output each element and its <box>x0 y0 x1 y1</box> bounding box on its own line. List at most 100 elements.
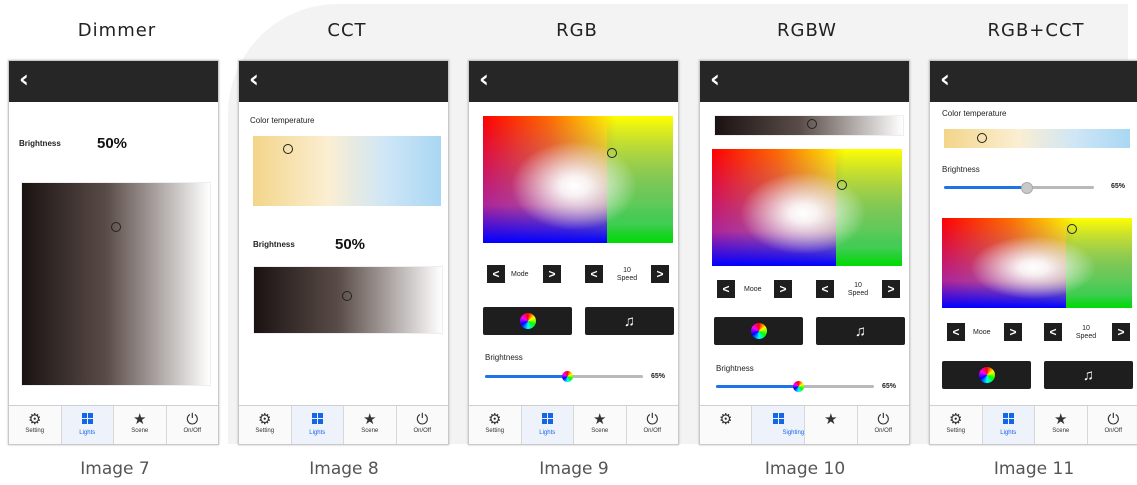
mode-label: Mode <box>511 271 529 278</box>
speed-next-button[interactable]: > <box>882 280 900 298</box>
rgb-color-picker[interactable] <box>712 149 902 266</box>
picker-handle[interactable] <box>111 222 121 232</box>
grid-icon <box>1002 413 1014 424</box>
nav-scene-label: Scene <box>361 428 379 434</box>
brightness-label: Brightness <box>942 165 980 174</box>
speed-prev-button[interactable]: < <box>816 280 834 298</box>
gear-icon: ⚙ <box>488 410 502 428</box>
bottom-nav: ⚙ Setting Lights ★ Scene ⏻ On/Off <box>469 405 678 444</box>
picker-handle[interactable] <box>977 133 987 143</box>
nav-setting[interactable]: ⚙ Setting <box>9 406 62 444</box>
nav-lights[interactable]: Sighting <box>752 406 806 444</box>
title-rgb: RGB <box>556 20 598 41</box>
color-temperature-label: Color temperature <box>250 116 315 125</box>
speed-label: Speed <box>1075 333 1097 340</box>
music-button[interactable]: ♫ <box>816 317 905 345</box>
mode-next-button[interactable]: > <box>543 265 561 283</box>
picker-handle[interactable] <box>1067 224 1077 234</box>
power-icon: ⏻ <box>646 410 659 428</box>
nav-lights[interactable]: Lights <box>61 406 114 444</box>
brightness-picker[interactable] <box>21 182 211 386</box>
brightness-value: 50% <box>97 135 128 152</box>
nav-onoff[interactable]: ⏻ On/Off <box>1088 406 1137 444</box>
chevron-left-icon[interactable]: ‹ <box>710 65 720 93</box>
mode-prev-button[interactable]: < <box>947 323 965 341</box>
grid-icon <box>772 413 784 424</box>
brightness-label: Brightness <box>485 353 523 362</box>
music-button[interactable]: ♫ <box>1044 361 1133 389</box>
picker-handle[interactable] <box>342 291 352 301</box>
color-temperature-picker[interactable] <box>253 136 441 206</box>
speed-next-button[interactable]: > <box>651 265 669 283</box>
nav-onoff[interactable]: ⏻ On/Off <box>167 406 219 444</box>
nav-lights[interactable]: Lights <box>521 406 574 444</box>
speed-value: 10 <box>854 282 862 289</box>
power-icon: ⏻ <box>877 410 890 428</box>
slider-handle[interactable] <box>1021 182 1033 194</box>
caption-image-11: Image 11 <box>993 459 1075 479</box>
chevron-left-icon[interactable]: ‹ <box>479 65 489 93</box>
brightness-label: Brightness <box>253 240 295 249</box>
top-bar: ‹ <box>469 61 678 102</box>
title-cct: CCT <box>327 20 367 41</box>
nav-scene[interactable]: ★ Scene <box>114 406 167 444</box>
brightness-label: Brightness <box>19 139 61 148</box>
star-icon: ★ <box>133 410 147 428</box>
mode-prev-button[interactable]: < <box>717 280 735 298</box>
rgb-color-picker[interactable] <box>942 218 1132 308</box>
music-button[interactable]: ♫ <box>585 307 674 335</box>
bottom-nav: ⚙ Setting Lights ★ Scene ⏻ On/Off <box>9 405 218 444</box>
brightness-slider-fill <box>716 385 798 388</box>
brightness-slider-fill <box>944 186 1026 189</box>
nav-onoff-label: On/Off <box>183 428 202 434</box>
speed-prev-button[interactable]: < <box>585 265 603 283</box>
brightness-value: 50% <box>335 236 366 253</box>
nav-onoff[interactable]: ⏻ On/Off <box>858 406 909 444</box>
color-wheel-button[interactable] <box>483 307 572 335</box>
bottom-nav: ⚙ Setting Lights ★ Scene ⏻ On/Off <box>239 405 448 444</box>
nav-setting-label: Setting <box>485 428 505 434</box>
picker-handle[interactable] <box>807 119 817 129</box>
picker-handle[interactable] <box>283 144 293 154</box>
caption-image-10: Image 10 <box>764 459 846 479</box>
nav-scene[interactable]: ★ Scene <box>344 406 397 444</box>
mode-next-button[interactable]: > <box>774 280 792 298</box>
chevron-left-icon[interactable]: ‹ <box>249 65 259 93</box>
nav-lights[interactable]: Lights <box>982 406 1035 444</box>
gear-icon: ⚙ <box>949 410 963 428</box>
speed-prev-button[interactable]: < <box>1044 323 1062 341</box>
color-temperature-picker[interactable] <box>944 129 1130 148</box>
nav-setting[interactable]: ⚙ Setting <box>469 406 522 444</box>
nav-setting-label: Setting <box>25 428 45 434</box>
title-rgbcct: RGB+CCT <box>987 20 1085 41</box>
slider-handle[interactable] <box>562 371 573 382</box>
nav-scene[interactable]: ★ Scene <box>574 406 627 444</box>
nav-lights[interactable]: Lights <box>291 406 344 444</box>
power-icon: ⏻ <box>416 410 429 428</box>
slider-handle[interactable] <box>793 381 804 392</box>
rgb-color-picker[interactable] <box>483 116 673 243</box>
nav-onoff-label: On/Off <box>874 428 893 434</box>
mode-next-button[interactable]: > <box>1004 323 1022 341</box>
nav-setting[interactable]: ⚙ Setting <box>930 406 983 444</box>
nav-scene[interactable]: ★ Scene <box>1035 406 1088 444</box>
speed-next-button[interactable]: > <box>1112 323 1130 341</box>
color-wheel-button[interactable] <box>714 317 803 345</box>
chevron-left-icon[interactable]: ‹ <box>19 65 29 93</box>
nav-setting[interactable]: ⚙ <box>700 406 753 444</box>
nav-onoff[interactable]: ⏻ On/Off <box>397 406 449 444</box>
music-note-icon: ♫ <box>623 312 636 330</box>
nav-scene[interactable]: ★ <box>805 406 858 444</box>
chevron-left-icon[interactable]: ‹ <box>940 65 950 93</box>
nav-setting[interactable]: ⚙ Setting <box>239 406 292 444</box>
mode-prev-button[interactable]: < <box>487 265 505 283</box>
nav-onoff[interactable]: ⏻ On/Off <box>627 406 679 444</box>
picker-handle[interactable] <box>837 180 847 190</box>
nav-lights-label: Lights <box>1000 430 1017 436</box>
nav-onoff-label: On/Off <box>643 428 662 434</box>
color-wheel-button[interactable] <box>942 361 1031 389</box>
star-icon: ★ <box>593 410 607 428</box>
nav-scene-label: Scene <box>131 428 149 434</box>
grid-icon <box>541 413 553 424</box>
picker-handle[interactable] <box>607 148 617 158</box>
